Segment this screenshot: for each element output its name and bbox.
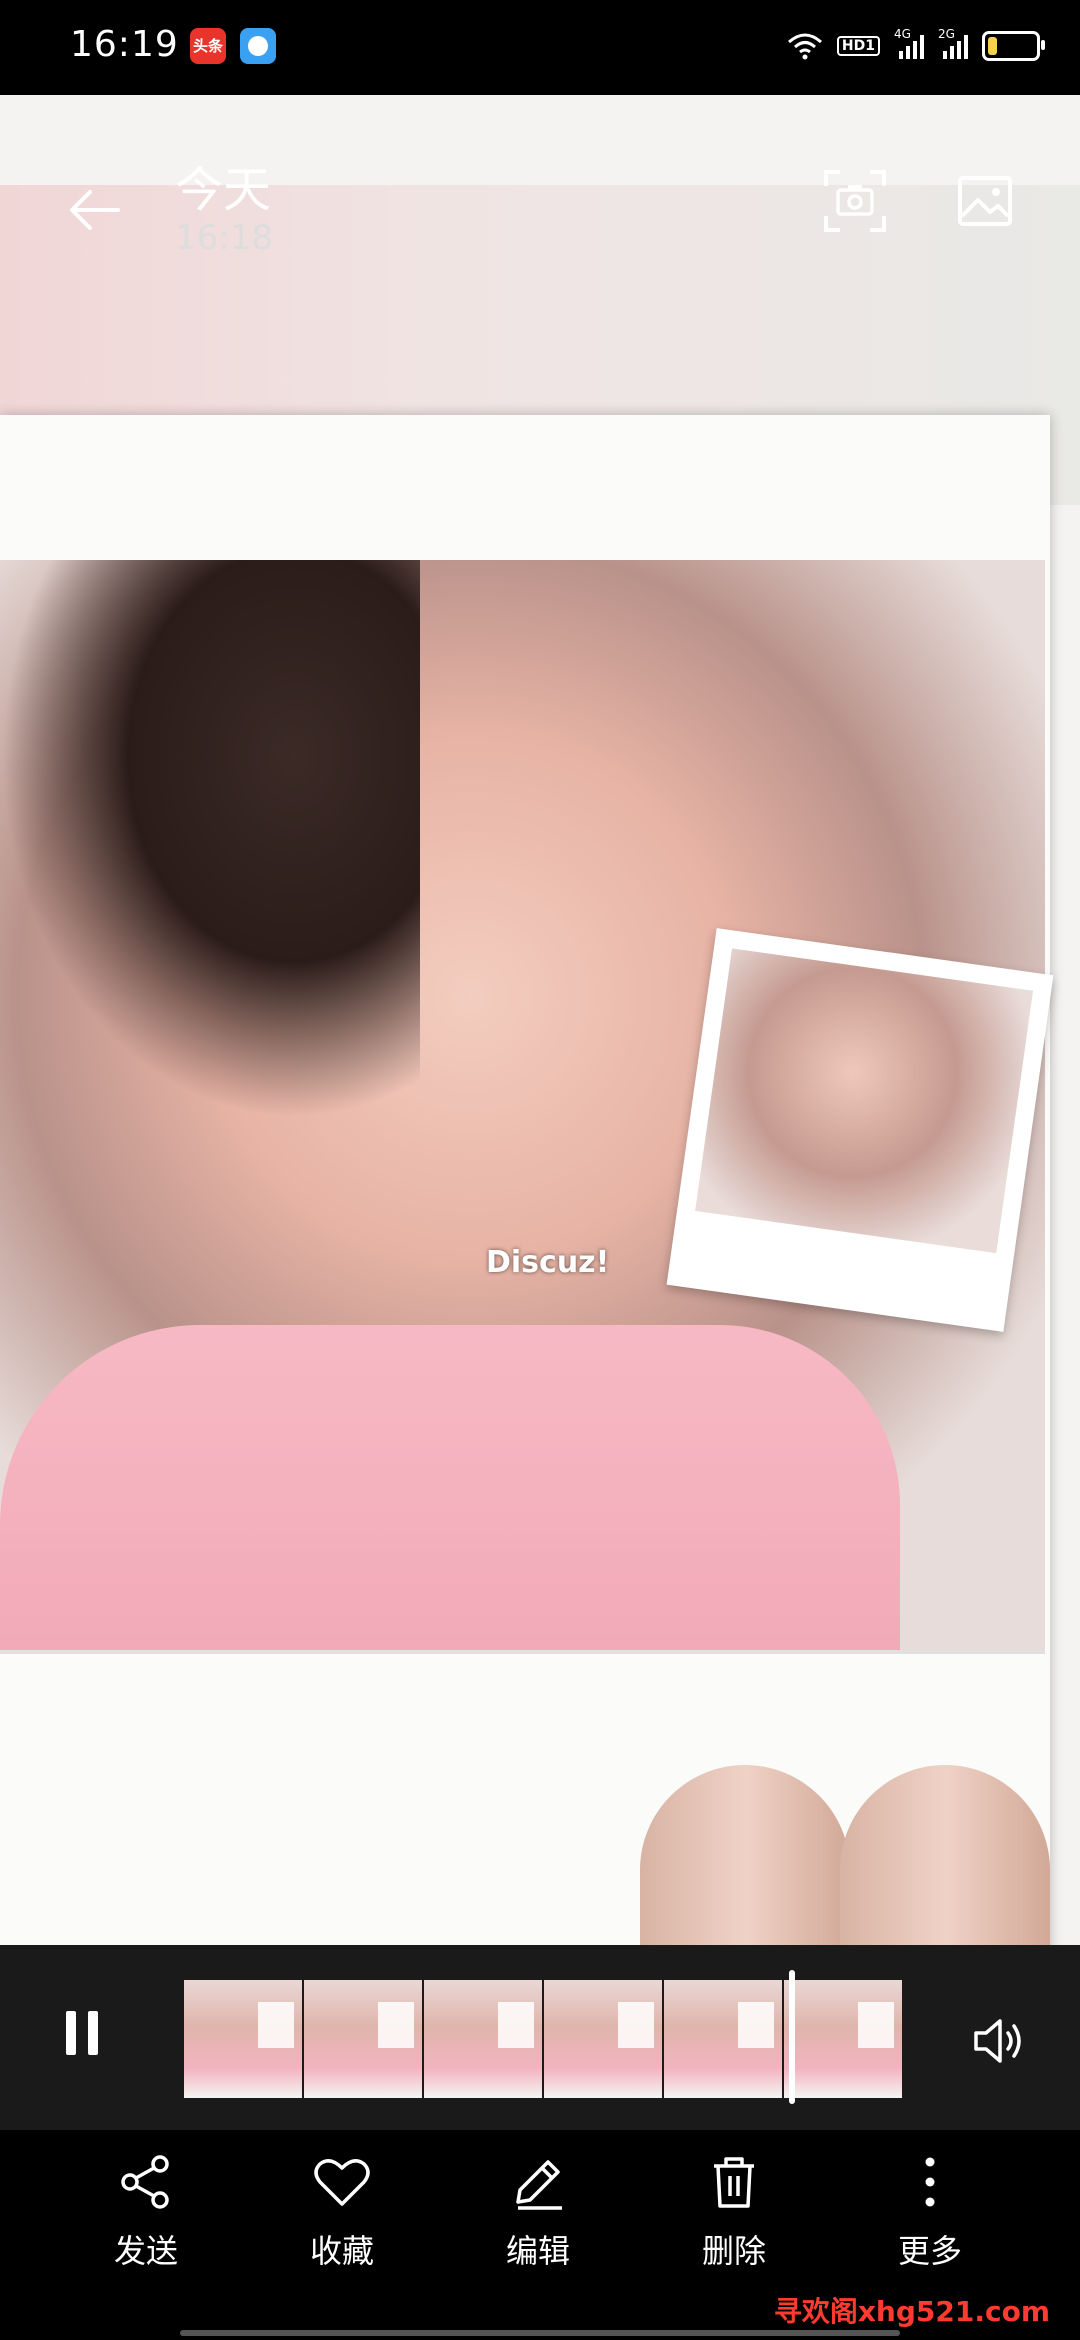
screenshot-icon <box>824 170 886 232</box>
edit-label: 编辑 <box>505 2232 570 2270</box>
status-bar: 16:19 头条 HD1 4G 2G <box>0 0 1080 95</box>
volume-icon <box>974 2019 1021 2063</box>
toutiao-badge-label: 头条 <box>192 37 223 55</box>
page-title: 今天 <box>175 162 272 218</box>
battery-icon <box>982 31 1045 61</box>
wifi-icon <box>787 33 822 60</box>
send-button[interactable]: 发送 <box>76 2150 216 2300</box>
more-vertical-icon <box>925 2157 935 2207</box>
timeline-playhead[interactable] <box>789 1970 795 2104</box>
share-icon <box>121 2155 169 2209</box>
sim1-network-label: 4G <box>894 27 911 41</box>
send-label: 发送 <box>113 2232 178 2270</box>
timeline-thumbnail <box>664 1980 784 2098</box>
video-timeline[interactable] <box>184 1980 904 2098</box>
timeline-thumbnail <box>184 1980 304 2098</box>
status-icons: HD1 4G 2G <box>787 26 1045 66</box>
portrait-hair <box>0 560 420 1120</box>
timeline-thumbnail <box>544 1980 664 2098</box>
toutiao-app-icon: 头条 <box>190 28 226 64</box>
favorite-label: 收藏 <box>309 2232 374 2270</box>
mini-polaroid-image <box>695 948 1034 1254</box>
edit-button[interactable]: 编辑 <box>468 2150 608 2300</box>
mini-polaroid <box>666 928 1054 1332</box>
heart-icon <box>314 2159 370 2206</box>
pause-button[interactable] <box>58 2011 106 2069</box>
pencil-icon <box>516 2160 562 2210</box>
delete-label: 删除 <box>701 2232 766 2270</box>
favorite-button[interactable]: 收藏 <box>272 2150 412 2300</box>
portrait-shirt <box>0 1325 900 1650</box>
pause-icon <box>66 2011 76 2055</box>
gallery-button[interactable] <box>950 166 1020 236</box>
back-arrow-icon <box>70 190 120 230</box>
pause-icon-bar <box>88 2011 98 2055</box>
delete-button[interactable]: 删除 <box>664 2150 804 2300</box>
volume-button[interactable] <box>968 2011 1028 2071</box>
signal-sim1-icon: 4G <box>894 27 924 59</box>
timeline-thumbnail <box>304 1980 424 2098</box>
top-app-bar: 今天 16:18 <box>0 150 1080 275</box>
trash-icon <box>714 2157 754 2208</box>
page-subtitle-time: 16:18 <box>175 218 273 258</box>
hd-voice-indicator: HD1 <box>836 36 880 56</box>
more-button[interactable]: 更多 <box>860 2150 1000 2300</box>
site-watermark: 寻欢阁xhg521.com <box>773 2295 1050 2328</box>
back-button[interactable] <box>62 178 126 242</box>
gallery-icon <box>958 176 1012 226</box>
timeline-thumbnail <box>784 1980 904 2098</box>
battery-level-fill <box>988 37 997 55</box>
more-label: 更多 <box>897 2232 962 2270</box>
status-time: 16:19 <box>70 24 179 65</box>
video-control-bar <box>0 1945 1080 2130</box>
screenshot-button[interactable] <box>820 166 890 236</box>
browser-app-icon <box>240 28 276 64</box>
discuz-watermark: Discuz! <box>486 1245 610 1280</box>
home-indicator <box>180 2330 900 2336</box>
video-frame[interactable]: Discuz! <box>0 95 1080 1945</box>
timeline-thumbnail <box>424 1980 544 2098</box>
sim2-network-label: 2G <box>938 27 955 41</box>
signal-sim2-icon: 2G <box>938 27 968 59</box>
